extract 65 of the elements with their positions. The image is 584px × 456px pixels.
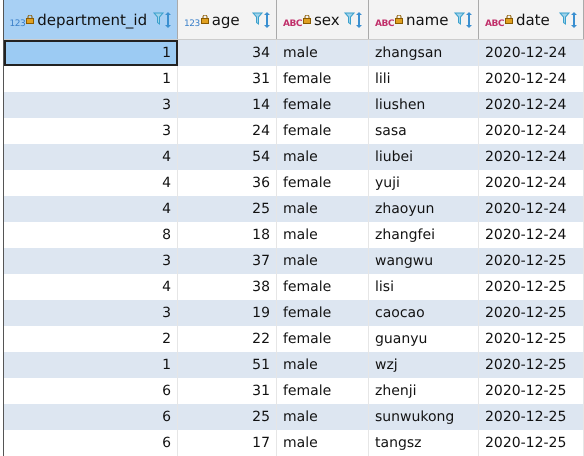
table-cell: 6 — [4, 404, 178, 430]
table-cell: male — [276, 196, 368, 222]
lock-icon — [302, 15, 311, 24]
table-cell: male — [276, 144, 368, 170]
column-header[interactable]: ABC sex — [276, 0, 368, 40]
table-cell: wzj — [368, 352, 478, 378]
table-cell: male — [276, 40, 368, 66]
table-cell: tangsz — [368, 430, 478, 456]
type-label: 123 — [184, 20, 200, 29]
lock-icon — [200, 15, 209, 24]
table-cell: zhangsan — [368, 40, 478, 66]
table-cell: liushen — [368, 92, 478, 118]
table-cell: 17 — [178, 430, 276, 456]
column-header[interactable]: 123 age — [178, 0, 276, 40]
table-cell: 3 — [4, 300, 178, 326]
table-cell: liubei — [368, 144, 478, 170]
lock-icon — [504, 15, 513, 24]
table-cell: male — [276, 352, 368, 378]
table-cell: sunwukong — [368, 404, 478, 430]
table-cell: 3 — [4, 92, 178, 118]
type-label: 123 — [10, 20, 26, 29]
table-cell: male — [276, 430, 368, 456]
table-cell: 6 — [4, 430, 178, 456]
table-cell: 2020-12-25 — [478, 352, 584, 378]
table-cell: 54 — [178, 144, 276, 170]
table-cell: 2020-12-24 — [478, 196, 584, 222]
sort-filter-icon[interactable] — [252, 10, 272, 28]
table-cell: 2020-12-25 — [478, 430, 584, 456]
table-cell: 34 — [178, 40, 276, 66]
table-cell: male — [276, 404, 368, 430]
table-cell: 19 — [178, 300, 276, 326]
sort-filter-icon[interactable] — [454, 10, 474, 28]
sort-filter-icon[interactable] — [344, 10, 364, 28]
table-cell: 2020-12-25 — [478, 404, 584, 430]
lock-icon — [394, 15, 403, 24]
table-cell: caocao — [368, 300, 478, 326]
table-cell: 2020-12-24 — [478, 40, 584, 66]
type-label: ABC — [375, 20, 394, 29]
table-cell: 4 — [4, 196, 178, 222]
table-cell: 25 — [178, 404, 276, 430]
table-cell: wangwu — [368, 248, 478, 274]
column-header[interactable]: ABC date — [478, 0, 584, 40]
table-cell: 1 — [4, 40, 178, 66]
column-header[interactable]: 123 department_id — [4, 0, 178, 40]
table-cell: 4 — [4, 144, 178, 170]
table-cell: female — [276, 92, 368, 118]
table-cell: 2020-12-24 — [478, 92, 584, 118]
table-cell: 2020-12-24 — [478, 144, 584, 170]
table-cell: 51 — [178, 352, 276, 378]
table-cell: 25 — [178, 196, 276, 222]
table-cell: male — [276, 248, 368, 274]
table-cell: 2020-12-25 — [478, 300, 584, 326]
table-cell: 2020-12-25 — [478, 248, 584, 274]
table-cell: zhaoyun — [368, 196, 478, 222]
table-cell: 1 — [4, 352, 178, 378]
sort-filter-icon[interactable] — [559, 10, 579, 28]
lock-icon — [26, 15, 34, 24]
type-label: ABC — [283, 20, 302, 29]
table-cell: 3 — [4, 248, 178, 274]
sort-filter-icon[interactable] — [153, 10, 173, 28]
column-header[interactable]: ABC name — [368, 0, 478, 40]
table-cell: 37 — [178, 248, 276, 274]
table-cell: female — [276, 300, 368, 326]
type-label: ABC — [485, 20, 504, 29]
table-cell: 14 — [178, 92, 276, 118]
